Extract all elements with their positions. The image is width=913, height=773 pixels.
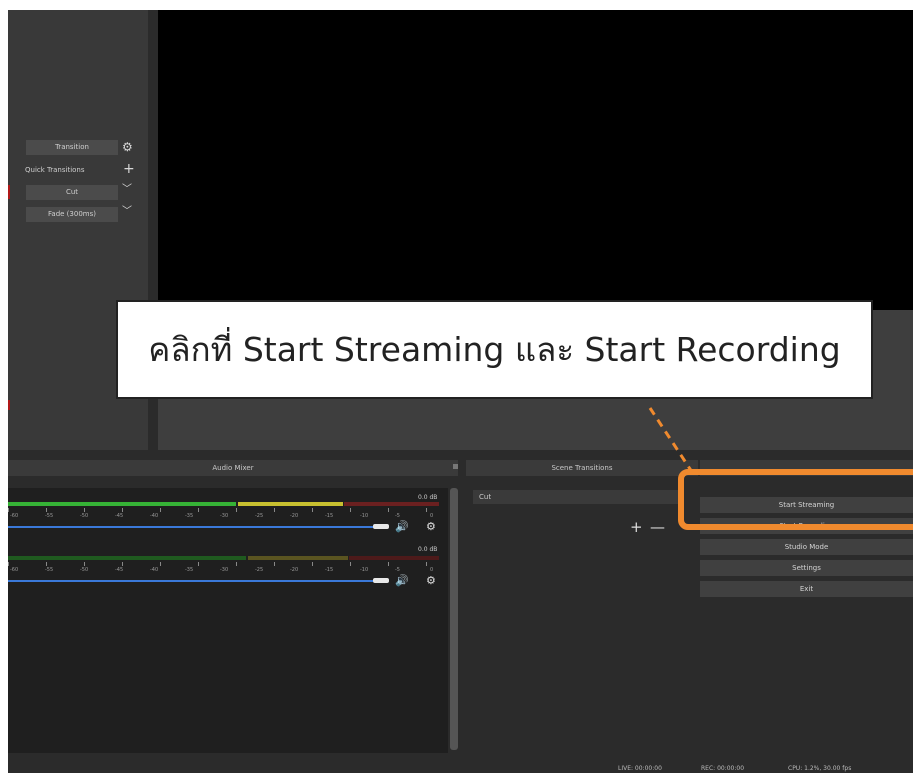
pointer-line (648, 407, 694, 473)
highlight-box (678, 469, 913, 530)
